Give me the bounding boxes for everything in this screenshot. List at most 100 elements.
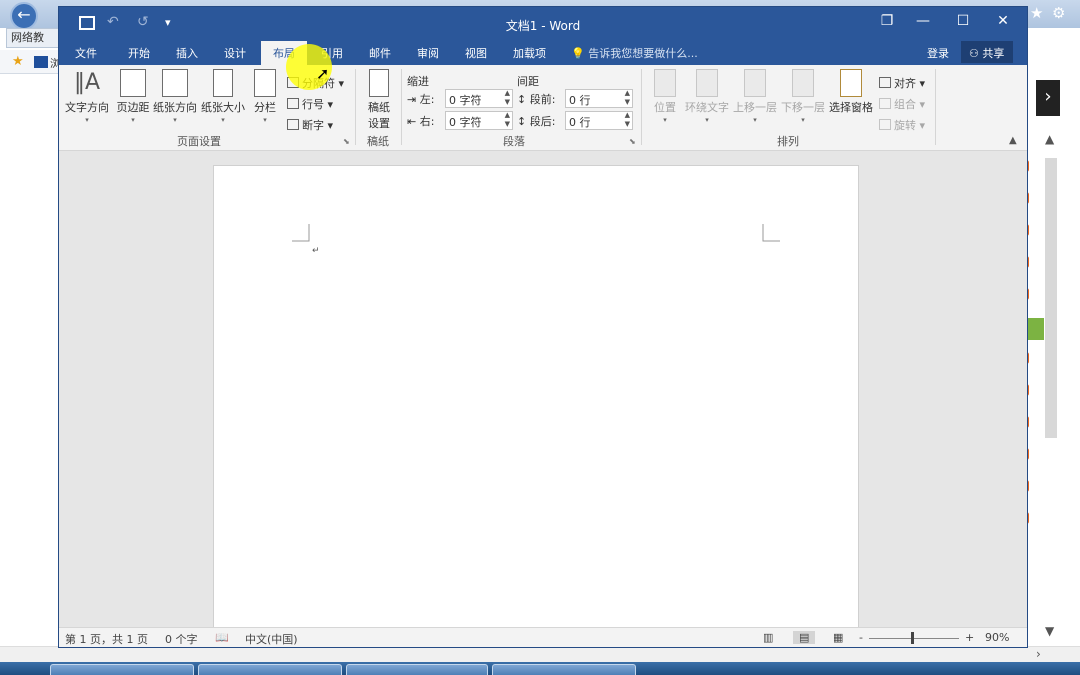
document-page[interactable]: ↵ [213, 165, 859, 645]
taskbar-item-explorer[interactable] [198, 664, 342, 675]
align-label: 对齐 [894, 77, 916, 90]
line-numbers-icon [287, 98, 299, 109]
ribbon-tabs: 文件 开始 插入 设计 布局 引用 邮件 审阅 视图 加载项 💡 告诉我您想要做… [59, 39, 1027, 65]
print-layout-icon[interactable]: ▤ [793, 631, 816, 644]
spin-arrows-icon[interactable]: ▲ ▼ [505, 89, 510, 107]
space-before-label: ↕ 段前: [517, 91, 555, 107]
space-after-input[interactable]: 0 行 ▲ ▼ [565, 111, 633, 130]
line-numbers-button[interactable]: 行号 ▾ [287, 96, 333, 112]
browser-tab[interactable]: 网络教 [6, 28, 62, 48]
wrap-text-button[interactable]: 环绕文字 ▾ [683, 69, 731, 125]
scroll-up-icon[interactable]: ▲ [1045, 132, 1054, 146]
share-button[interactable]: ⚇ 共享 [961, 41, 1013, 63]
spin-arrows-icon[interactable]: ▲ ▼ [625, 111, 630, 129]
zoom-slider[interactable] [869, 638, 959, 639]
browser-tab-label: 网络教 [11, 31, 44, 44]
page-next-arrow-icon[interactable]: › [1036, 80, 1060, 116]
tell-me-search[interactable]: 💡 告诉我您想要做什么... [571, 45, 698, 61]
space-before-text: 段前: [529, 93, 556, 106]
favorite-site-icon[interactable] [34, 56, 48, 68]
tab-addins[interactable]: 加载项 [513, 45, 546, 61]
favorites-bar: ★ 浏 [0, 50, 61, 74]
proofing-icon[interactable]: 📖 [215, 631, 229, 644]
favorites-icon[interactable]: ★ [12, 54, 24, 69]
indent-heading: 缩进 [407, 75, 429, 88]
group-button[interactable]: 组合 ▾ [879, 96, 925, 112]
indent-right-input[interactable]: 0 字符 ▲ ▼ [445, 111, 513, 130]
group-label-manuscript: 稿纸 [367, 135, 389, 148]
margins-label: 页边距 [116, 101, 150, 114]
share-label: 共享 [982, 47, 1005, 60]
tab-home[interactable]: 开始 [128, 45, 150, 61]
close-button[interactable]: ✕ [983, 13, 1023, 29]
send-backward-button[interactable]: 下移一层 ▾ [779, 69, 827, 125]
spin-arrows-icon[interactable]: ▲ ▼ [505, 111, 510, 129]
document-canvas[interactable]: ↵ [59, 151, 1027, 645]
undo-icon[interactable]: ↶ [107, 14, 119, 30]
space-after-icon: ↕ [517, 115, 527, 128]
zoom-slider-thumb[interactable] [911, 632, 914, 644]
indent-left-icon: ⇥ [407, 93, 417, 106]
taskbar-item-ie[interactable] [50, 664, 194, 675]
taskbar-item-word[interactable] [492, 664, 636, 675]
manuscript-settings-button[interactable]: 稿纸 设置 [355, 69, 403, 131]
hyphenation-icon [287, 119, 299, 130]
save-icon[interactable] [79, 16, 95, 30]
tab-view[interactable]: 视图 [465, 45, 487, 61]
word-count[interactable]: 0 个字 [165, 631, 198, 647]
rotate-button[interactable]: 旋转 ▾ [879, 117, 925, 133]
taskbar-item-app[interactable] [346, 664, 488, 675]
scroll-down-icon[interactable]: ▼ [1045, 624, 1054, 638]
read-mode-icon[interactable]: ▥ [763, 631, 773, 644]
selection-pane-button[interactable]: 选择窗格 [827, 69, 875, 115]
tab-insert[interactable]: 插入 [176, 45, 198, 61]
page-setup-dialog-launcher-icon[interactable]: ⬊ [343, 137, 350, 146]
web-layout-icon[interactable]: ▦ [833, 631, 843, 644]
bring-forward-icon [744, 69, 766, 97]
redo-icon[interactable]: ↺ [137, 14, 149, 30]
paper-size-icon [213, 69, 233, 97]
margins-button[interactable]: 页边距 ▾ [109, 69, 157, 125]
ribbon-separator [401, 69, 402, 145]
browser-horizontal-scrollbar[interactable]: › [0, 646, 1080, 662]
browser-vertical-scrollbar[interactable]: ▲ ▼ [1040, 128, 1080, 648]
collapse-ribbon-icon[interactable]: ▲ [1009, 135, 1017, 146]
orientation-button[interactable]: 纸张方向 ▾ [151, 69, 199, 125]
scroll-thumb[interactable] [1045, 158, 1057, 438]
wrap-text-icon [696, 69, 718, 97]
paper-size-button[interactable]: 纸张大小 ▾ [199, 69, 247, 125]
tab-file[interactable]: 文件 [75, 45, 97, 61]
maximize-button[interactable]: ☐ [943, 13, 983, 29]
zoom-level[interactable]: 90% [985, 631, 1009, 644]
columns-button[interactable]: 分栏 ▾ [241, 69, 289, 125]
align-icon [879, 77, 891, 88]
tab-review[interactable]: 审阅 [417, 45, 439, 61]
position-label: 位置 [654, 101, 676, 114]
bring-forward-button[interactable]: 上移一层 ▾ [731, 69, 779, 125]
indent-left-input[interactable]: 0 字符 ▲ ▼ [445, 89, 513, 108]
page-count[interactable]: 第 1 页，共 1 页 [65, 631, 148, 647]
language-indicator[interactable]: 中文(中国) [245, 631, 298, 647]
hyphenation-button[interactable]: 断字 ▾ [287, 117, 333, 133]
zoom-in-button[interactable]: + [965, 631, 974, 644]
zoom-out-button[interactable]: - [859, 631, 863, 644]
favorites-star-icon[interactable]: ★ [1030, 4, 1043, 22]
spin-arrows-icon[interactable]: ▲ ▼ [625, 89, 630, 107]
align-button[interactable]: 对齐 ▾ [879, 75, 925, 91]
tab-design[interactable]: 设计 [224, 45, 246, 61]
minimize-button[interactable]: — [903, 13, 943, 29]
sign-in-link[interactable]: 登录 [927, 45, 949, 61]
ribbon-display-options-icon[interactable]: ❐ [867, 13, 907, 29]
scroll-right-icon[interactable]: › [1036, 647, 1041, 661]
paragraph-dialog-launcher-icon[interactable]: ⬊ [629, 137, 636, 146]
selection-pane-label: 选择窗格 [829, 101, 873, 114]
crop-mark-left [292, 224, 310, 242]
space-before-input[interactable]: 0 行 ▲ ▼ [565, 89, 633, 108]
position-button[interactable]: 位置 ▾ [641, 69, 689, 125]
browser-back-button[interactable]: ← [10, 2, 38, 30]
text-direction-button[interactable]: ‖A 文字方向 ▾ [63, 69, 111, 125]
tab-mailings[interactable]: 邮件 [369, 45, 391, 61]
line-numbers-label: 行号 [302, 98, 324, 111]
settings-gear-icon[interactable]: ⚙ [1052, 4, 1065, 22]
customize-qat-icon[interactable]: ▾ [165, 16, 171, 29]
